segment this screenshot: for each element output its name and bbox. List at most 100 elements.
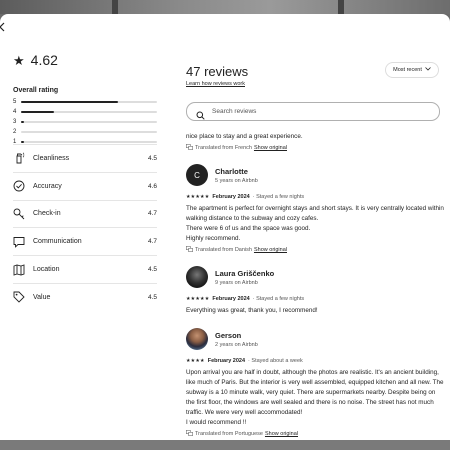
search-input[interactable] (210, 107, 424, 116)
overall-rating-label: Overall rating (13, 87, 59, 94)
reviews-title: 47 reviews (186, 64, 249, 79)
category-score: 4.6 (147, 182, 157, 190)
review-item: Gerson 2 years on Airbnb ★★★★ February 2024… (186, 328, 444, 438)
review-text: Upon arrival you are half in doubt, alth… (186, 369, 444, 426)
review-date: February 2024 (212, 194, 250, 200)
review-date: February 2024 (207, 358, 246, 364)
avatar[interactable] (186, 328, 208, 350)
review-date: February 2024 (212, 296, 250, 302)
category-row-communication: Communication 4.7 (13, 227, 157, 255)
review-stay: · Stayed about a week (248, 358, 303, 364)
review-item: C Charlotte 5 years on Airbnb ★★★★★ February… (186, 164, 444, 254)
show-original-link[interactable]: Show original (265, 431, 298, 437)
rating-distribution: 54321 (13, 97, 157, 147)
translate-icon (186, 144, 193, 152)
background-detail (338, 0, 344, 14)
category-score: 4.5 (147, 154, 157, 162)
reviewer-name: Gerson (215, 330, 242, 340)
overall-score: ★ 4.62 (13, 52, 58, 69)
category-ratings: Cleanliness 4.5 Accuracy 4.6 Check-in 4.7 Comm… (13, 144, 157, 311)
show-original-link[interactable]: Show original (254, 145, 287, 151)
check-circle-icon (13, 180, 25, 192)
chevron-down-icon (425, 67, 431, 73)
translate-icon (186, 246, 193, 254)
reviewer-header: Laura Griščenko 9 years on Airbnb (186, 266, 444, 288)
category-label: Check-in (33, 210, 61, 218)
search-box[interactable] (186, 102, 440, 121)
review-meta: ★★★★★ February 2024 · Stayed a few nights (186, 296, 444, 302)
rating-bar-track (21, 141, 157, 143)
rating-bar-track (21, 111, 157, 113)
rating-bar-star-label: 3 (13, 119, 17, 125)
background-detail (112, 0, 118, 14)
tag-icon (13, 291, 25, 304)
category-label: Value (33, 293, 51, 301)
review-text: Everything was great, thank you, I recom… (186, 307, 318, 314)
sort-dropdown[interactable]: Most recent (385, 62, 439, 78)
search-icon (196, 107, 205, 120)
category-score: 4.7 (147, 210, 157, 218)
rating-bar-star-label: 4 (13, 109, 17, 115)
category-row-location: Location 4.5 (13, 255, 157, 283)
page-bottom-bar (0, 440, 450, 450)
review-stars: ★★★★ (186, 358, 205, 364)
reviewer-name: Laura Griščenko (215, 268, 275, 278)
rating-bar-star-label: 2 (13, 129, 17, 135)
review-fragment-text: nice place to stay and a great experienc… (186, 133, 303, 140)
category-label: Communication (33, 238, 82, 246)
rating-bar-track (21, 121, 157, 123)
rating-bar-track (21, 101, 157, 103)
reviewer-tenure: 2 years on Airbnb (215, 341, 258, 348)
show-original-link[interactable]: Show original (254, 247, 287, 253)
reviewer-tenure: 5 years on Airbnb (215, 177, 258, 184)
rating-bar-row: 3 (13, 117, 157, 127)
rating-value: 4.62 (30, 52, 58, 68)
translate-icon (186, 430, 193, 438)
category-label: Cleanliness (33, 154, 70, 162)
avatar[interactable]: C (186, 164, 208, 186)
reviewer-name: Charlotte (215, 166, 248, 176)
review-stay: · Stayed a few nights (252, 296, 305, 302)
category-label: Location (33, 266, 60, 274)
translated-from: Translated from French (195, 145, 252, 151)
rating-bar-row: 2 (13, 127, 157, 137)
translation-note: Translated from French Show original (186, 144, 444, 152)
sort-label: Most recent (393, 67, 422, 73)
background-photo (0, 0, 450, 14)
chat-bubble-icon (13, 236, 25, 248)
star-icon: ★ (13, 53, 25, 68)
spray-bottle-icon (13, 152, 25, 164)
reviewer-header: Gerson 2 years on Airbnb (186, 328, 444, 350)
key-icon (13, 208, 25, 220)
rating-bar-fill (21, 111, 54, 113)
translation-note: Translated from Danish Show original (186, 246, 444, 254)
review-meta: ★★★★ February 2024 · Stayed about a week (186, 358, 444, 364)
learn-reviews-link[interactable]: Learn how reviews work (186, 81, 245, 87)
review-text: The apartment is perfect for overnight s… (186, 205, 444, 242)
avatar[interactable] (186, 266, 208, 288)
close-icon[interactable] (0, 22, 9, 34)
review-stay: · Stayed a few nights (252, 194, 305, 200)
map-icon (13, 263, 25, 276)
category-row-value: Value 4.5 (13, 282, 157, 311)
reviewer-tenure: 9 years on Airbnb (215, 279, 258, 286)
review-item: Laura Griščenko 9 years on Airbnb ★★★★★ Feb… (186, 266, 444, 316)
rating-bar-row: 5 (13, 97, 157, 107)
avatar-initial: C (194, 170, 200, 180)
rating-bar-row: 4 (13, 107, 157, 117)
rating-bar-fill (21, 101, 118, 103)
translation-note: Translated from Portuguese Show original (186, 430, 444, 438)
rating-bar-track (21, 131, 157, 133)
category-row-accuracy: Accuracy 4.6 (13, 171, 157, 200)
reviewer-header: C Charlotte 5 years on Airbnb (186, 164, 444, 186)
rating-bar-fill (21, 141, 24, 143)
category-score: 4.5 (147, 266, 157, 274)
category-row-cleanliness: Cleanliness 4.5 (13, 144, 157, 172)
review-stars: ★★★★★ (186, 194, 210, 200)
review-meta: ★★★★★ February 2024 · Stayed a few nights (186, 194, 444, 200)
translated-from: Translated from Danish (195, 247, 252, 253)
category-row-check-in: Check-in 4.7 (13, 199, 157, 228)
category-label: Accuracy (33, 182, 62, 190)
review-stars: ★★★★★ (186, 296, 210, 302)
rating-bar-fill (21, 121, 24, 123)
